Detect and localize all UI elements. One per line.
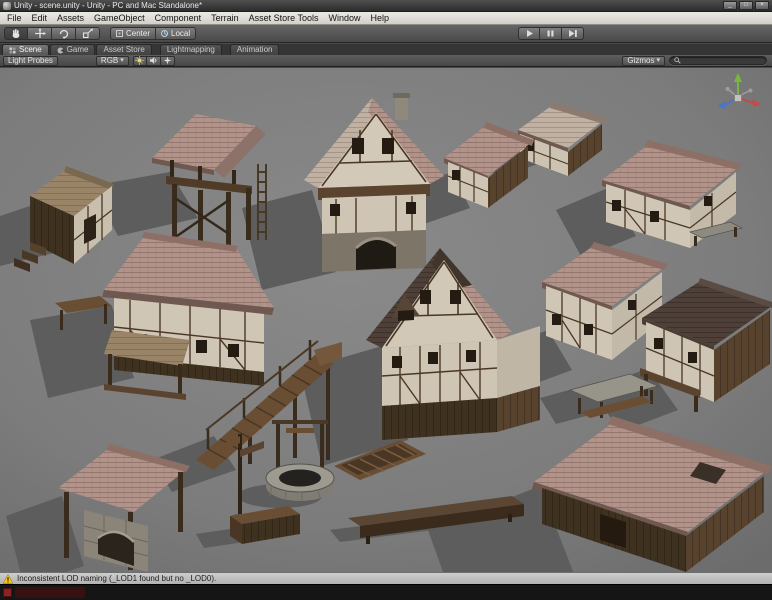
pivot-controls: Center Local [110, 27, 197, 40]
chevron-down-icon: ▾ [656, 57, 660, 64]
tab-lightmapping[interactable]: Lightmapping [159, 44, 222, 55]
menu-help[interactable]: Help [366, 12, 395, 24]
scene-view-canvas[interactable] [0, 68, 772, 572]
scene-search-input[interactable] [669, 56, 767, 65]
render-channel-label: RGB [100, 56, 119, 65]
window-controls: _ □ × [723, 1, 769, 10]
render-channel-dropdown[interactable]: RGB ▾ [95, 55, 129, 66]
maximize-button[interactable]: □ [739, 1, 753, 10]
playback-controls [518, 27, 584, 40]
light-probes-label: Light Probes [8, 56, 53, 65]
tab-lightmapping-label: Lightmapping [166, 45, 215, 54]
error-row[interactable] [15, 587, 85, 598]
chevron-down-icon: ▾ [120, 57, 124, 64]
pause-icon [547, 30, 554, 37]
close-button[interactable]: × [755, 1, 769, 10]
dock-tabs: Scene Game Asset Store Lightmapping Anim… [0, 44, 772, 55]
menu-asset-store-tools[interactable]: Asset Store Tools [244, 12, 324, 24]
scene-tab-icon [9, 47, 16, 53]
scene-viewport[interactable] [0, 68, 772, 572]
game-tab-icon [57, 47, 64, 53]
status-warning-text: Inconsistent LOD naming (_LOD1 found but… [17, 574, 217, 583]
hand-tool-button[interactable] [4, 27, 28, 40]
tab-scene[interactable]: Scene [2, 44, 49, 55]
move-icon [34, 28, 46, 38]
console-strip [0, 584, 772, 600]
rotate-icon [59, 29, 68, 39]
hand-icon [12, 29, 20, 38]
play-button[interactable] [518, 27, 540, 40]
pivot-center-label: Center [126, 29, 151, 38]
status-bar[interactable]: Inconsistent LOD naming (_LOD1 found but… [0, 572, 772, 584]
step-button[interactable] [562, 27, 584, 40]
rotate-tool-button[interactable] [52, 27, 76, 40]
titlebar: Unity - scene.unity - Unity - PC and Mac… [0, 0, 772, 12]
pivot-center-button[interactable]: Center [110, 27, 157, 40]
gizmos-label: Gizmos [627, 56, 655, 65]
lighting-toggle-button[interactable] [132, 55, 147, 66]
scene-view-toolbar: Light Probes RGB ▾ Gizmos ▾ [0, 55, 772, 67]
tab-asset-store[interactable]: Asset Store [96, 44, 152, 55]
center-pivot-icon [116, 30, 123, 37]
play-icon [526, 30, 533, 37]
unity-window: Unity - scene.unity - Unity - PC and Mac… [0, 0, 772, 600]
speaker-icon [149, 57, 157, 64]
local-space-icon [161, 30, 169, 37]
menu-component[interactable]: Component [150, 12, 207, 24]
tab-game[interactable]: Game [49, 44, 96, 55]
step-icon [568, 30, 577, 37]
transform-tools [4, 27, 100, 40]
light-probes-button[interactable]: Light Probes [3, 55, 58, 66]
tab-animation[interactable]: Animation [229, 44, 280, 55]
scale-icon [82, 28, 93, 39]
sun-icon [135, 56, 144, 65]
tab-game-label: Game [66, 45, 89, 54]
tab-asset-store-label: Asset Store [103, 45, 145, 54]
gizmos-dropdown[interactable]: Gizmos ▾ [622, 55, 665, 66]
scene-view-toggles [132, 55, 175, 66]
audio-toggle-button[interactable] [146, 55, 161, 66]
window-title: Unity - scene.unity - Unity - PC and Mac… [14, 0, 203, 10]
menu-file[interactable]: File [2, 12, 27, 24]
tab-scene-label: Scene [19, 45, 42, 54]
menu-gameobject[interactable]: GameObject [89, 12, 150, 24]
menu-assets[interactable]: Assets [52, 12, 89, 24]
tab-animation-label: Animation [236, 45, 273, 54]
menubar: File Edit Assets GameObject Component Te… [0, 12, 772, 25]
unity-app-icon [3, 1, 11, 10]
pause-button[interactable] [540, 27, 562, 40]
warning-icon [3, 573, 13, 584]
menu-window[interactable]: Window [324, 12, 366, 24]
move-tool-button[interactable] [28, 27, 52, 40]
error-icon[interactable] [3, 588, 12, 597]
main-toolbar: Center Local [0, 25, 772, 43]
sparkle-icon [163, 56, 172, 65]
minimize-button[interactable]: _ [723, 1, 737, 10]
space-local-label: Local [171, 29, 191, 38]
scale-tool-button[interactable] [76, 27, 100, 40]
menu-edit[interactable]: Edit [27, 12, 53, 24]
search-icon [674, 57, 681, 64]
effects-toggle-button[interactable] [160, 55, 175, 66]
menu-terrain[interactable]: Terrain [206, 12, 244, 24]
space-local-button[interactable]: Local [156, 27, 197, 40]
